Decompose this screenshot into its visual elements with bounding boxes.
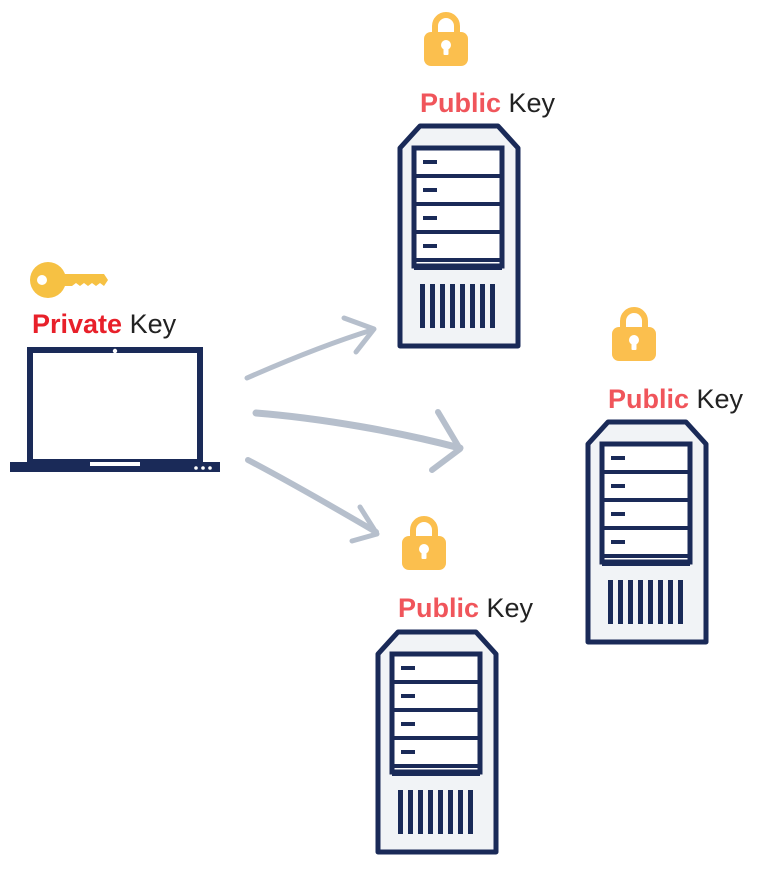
arrow-to-server-top: [244, 315, 377, 381]
private-key-label-rest: Key: [129, 309, 177, 339]
public-key-label: Public Key: [398, 593, 533, 623]
padlock-icon: [612, 310, 656, 361]
padlock-icon: [402, 519, 446, 570]
server-icon: [400, 126, 518, 346]
public-key-label: Public Key: [608, 384, 743, 414]
laptop-icon: [10, 347, 220, 472]
public-key-label-strong: Public: [420, 88, 502, 118]
public-key-label-rest: Key: [696, 384, 744, 414]
public-key-label: Public Key: [420, 88, 555, 118]
key-icon: [30, 262, 108, 298]
padlock-icon: [424, 15, 468, 66]
key-distribution-diagram: Private Key Public Key Public Key Public…: [0, 0, 765, 880]
public-key-label-strong: Public: [608, 384, 690, 414]
public-key-label-rest: Key: [508, 88, 556, 118]
arrow-to-server-bottom: [245, 457, 380, 544]
private-key-label: Private Key: [32, 309, 176, 339]
server-icon: [378, 632, 496, 852]
public-key-label-rest: Key: [486, 593, 534, 623]
server-icon: [588, 422, 706, 642]
public-key-label-strong: Public: [398, 593, 480, 623]
private-key-label-strong: Private: [32, 309, 123, 339]
arrow-to-server-right: [252, 409, 464, 473]
diagram-canvas: [10, 0, 765, 880]
